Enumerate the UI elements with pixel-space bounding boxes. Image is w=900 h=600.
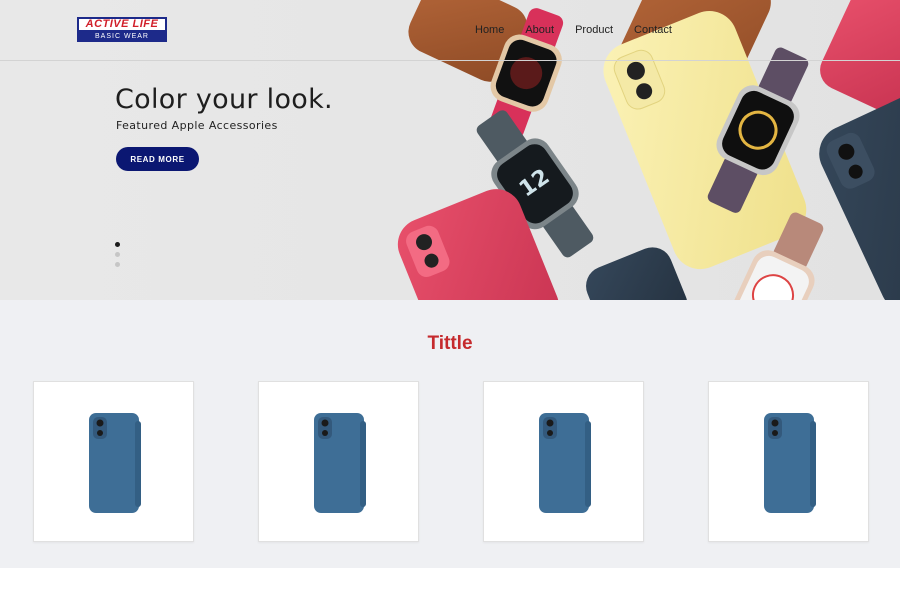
hero-product-photo: 12 [397,0,900,300]
blue-phone-folio-case-icon [764,413,816,513]
nav-home-link[interactable]: Home [475,23,504,37]
hero-subtitle: Featured Apple Accessories [116,119,278,132]
slide-dot-3[interactable] [115,262,120,267]
nav-contact-link[interactable]: Contact [634,23,672,37]
blue-phone-folio-case-icon [539,413,591,513]
nav-about-link[interactable]: About [525,23,554,37]
product-card-4[interactable] [708,381,869,542]
slider-pagination [115,242,121,272]
nav-product-link[interactable]: Product [575,23,613,37]
hero-banner: 12 ACTIVE LIFE BASIC WEAR Home About Pro… [0,0,900,300]
hero-title: Color your look. [115,84,333,115]
slide-dot-1[interactable] [115,242,120,247]
product-card-1[interactable] [33,381,194,542]
product-card-3[interactable] [483,381,644,542]
slide-dot-2[interactable] [115,252,120,257]
main-nav: Home About Product Contact [475,23,693,37]
blue-phone-folio-case-icon [314,413,366,513]
header-divider [0,60,900,61]
logo-wordmark: ACTIVE LIFE [77,17,167,32]
brand-logo[interactable]: ACTIVE LIFE BASIC WEAR [77,17,167,43]
blue-phone-folio-case-icon [89,413,141,513]
logo-tagline: BASIC WEAR [77,32,167,42]
product-card-2[interactable] [258,381,419,542]
products-section-title: Tittle [427,333,473,354]
read-more-button[interactable]: READ MORE [116,147,199,171]
